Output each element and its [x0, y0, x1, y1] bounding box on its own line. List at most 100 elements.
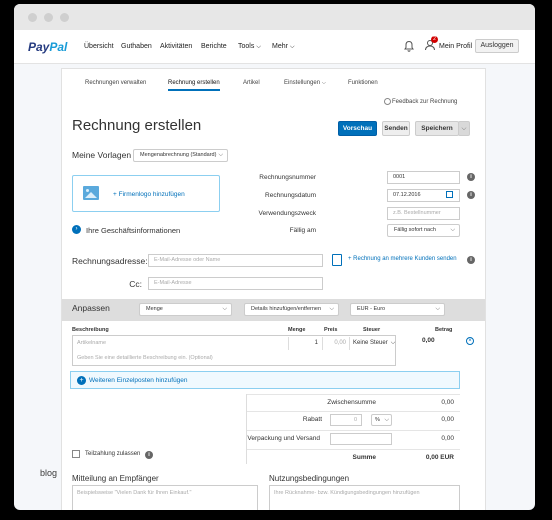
chevron-down-icon: ⌵	[384, 417, 389, 423]
item-description-input[interactable]: Geben Sie eine detaillierte Beschreibung…	[77, 355, 213, 361]
business-info-toggle[interactable]: Ihre Geschäftsinformationen	[86, 226, 180, 235]
multi-recipient-icon[interactable]	[332, 254, 342, 266]
tab-settings-label: Einstellungen	[284, 80, 321, 86]
save-button[interactable]: Speichern	[415, 121, 459, 136]
cc-field[interactable]: E-Mail-Adresse	[148, 277, 323, 290]
invoice-number-label: Rechnungsnummer	[259, 174, 316, 181]
nav-tools[interactable]: Tools ⌵	[238, 43, 261, 51]
add-line-item-label: Weiteren Einzelposten hinzufügen	[89, 377, 188, 384]
company-logo-upload[interactable]: + Firmenlogo hinzufügen	[72, 175, 220, 212]
total-value: 0,00 EUR	[425, 454, 454, 461]
invoice-date-label: Rechnungsdatum	[265, 192, 316, 199]
nav-more[interactable]: Mehr ⌵	[272, 43, 295, 51]
bell-icon[interactable]	[403, 40, 415, 52]
chevron-down-icon: ⌵	[461, 125, 467, 132]
terms-label: Nutzungsbedingungen	[269, 474, 350, 483]
totals-panel: Zwischensumme 0,00 Rabatt 0 % ⌵ 0,00 Verp…	[246, 394, 460, 464]
quantity-type-select[interactable]: Menge ⌵	[139, 303, 232, 316]
subtotal-value: 0,00	[441, 399, 454, 406]
discount-unit-value: %	[375, 417, 380, 423]
feedback-link[interactable]: Feedback zur Rechnung	[392, 99, 457, 105]
nav-activities[interactable]: Aktivitäten	[160, 43, 192, 50]
add-logo-label: + Firmenlogo hinzufügen	[113, 191, 185, 198]
invoice-number-field[interactable]: 0001	[387, 171, 460, 184]
save-options-button[interactable]: ⌵	[458, 121, 470, 136]
reference-label: Verwendungszweck	[258, 210, 316, 217]
window-maximize-dot[interactable]	[60, 13, 69, 22]
tab-items[interactable]: Artikel	[243, 80, 260, 86]
nav-reports[interactable]: Berichte	[201, 43, 227, 50]
page-title: Rechnung erstellen	[72, 117, 202, 134]
info-icon[interactable]: i	[145, 451, 153, 459]
shipping-value: 0,00	[441, 435, 454, 442]
partial-payment-checkbox[interactable]	[72, 450, 80, 458]
info-icon[interactable]: i	[467, 256, 475, 264]
currency-select[interactable]: EUR - Euro ⌵	[350, 303, 445, 316]
due-date-value: Fällig sofort nach	[394, 227, 436, 233]
nav-more-label: Mehr	[272, 43, 288, 50]
send-button[interactable]: Senden	[382, 121, 410, 136]
nav-overview[interactable]: Übersicht	[84, 43, 114, 50]
item-tax-value: Keine Steuer	[353, 340, 388, 346]
tab-manage-invoices[interactable]: Rechnungen verwalten	[85, 80, 146, 86]
template-select-value: Mengenabrechnung (Standard)	[140, 152, 217, 158]
paypal-logo[interactable]: PayPal	[28, 40, 67, 54]
preview-button[interactable]: Vorschau	[338, 121, 377, 136]
chevron-down-icon: ⌵	[289, 44, 295, 50]
title-bar	[14, 4, 535, 30]
nav-balance[interactable]: Guthaben	[121, 43, 152, 50]
discount-unit-select[interactable]: % ⌵	[371, 414, 392, 426]
terms-textarea[interactable]: Ihre Rücknahme- bzw. Kündigungsbedingung…	[269, 485, 460, 510]
invoice-card: Rechnungen verwalten Rechnung erstellen …	[61, 68, 486, 510]
logo-pal-text: Pal	[49, 40, 68, 54]
nav-profile[interactable]: Mein Profil	[439, 43, 472, 50]
header-description: Beschreibung	[72, 327, 109, 333]
customize-label: Anpassen	[72, 303, 110, 313]
header-tax: Steuer	[363, 327, 381, 333]
discount-input[interactable]: 0	[330, 414, 362, 426]
due-date-select[interactable]: Fällig sofort nach ⌵	[387, 224, 460, 237]
item-tax-select[interactable]: Keine Steuer ⌵	[349, 337, 396, 350]
shipping-input[interactable]	[330, 433, 392, 445]
discount-row: Rabatt 0 % ⌵ 0,00	[247, 411, 460, 430]
item-name-input[interactable]: Artikelname	[77, 340, 106, 346]
logout-button[interactable]: Ausloggen	[475, 39, 519, 53]
discount-label: Rabatt	[302, 416, 322, 423]
window-close-dot[interactable]	[28, 13, 37, 22]
calendar-icon[interactable]	[446, 191, 453, 198]
discount-value: 0,00	[441, 416, 454, 423]
item-quantity-input[interactable]: 1	[288, 337, 322, 350]
tab-settings[interactable]: Einstellungen ⌵	[284, 80, 326, 86]
multi-recipient-link[interactable]: + Rechnung an mehrere Kunden senden	[348, 256, 457, 262]
add-logo-text: Firmenlogo hinzufügen	[118, 191, 185, 198]
chevron-down-icon: ⌵	[256, 44, 261, 50]
window-minimize-dot[interactable]	[44, 13, 53, 22]
info-icon[interactable]: i	[467, 173, 475, 181]
chevron-down-icon: ⌵	[390, 340, 396, 346]
item-amount: 0,00	[422, 337, 435, 344]
recipient-field[interactable]: E-Mail-Adresse oder Name	[148, 254, 323, 267]
subtotal-row: Zwischensumme 0,00	[247, 394, 460, 411]
chevron-right-circle-icon[interactable]: ›	[72, 225, 81, 234]
template-select[interactable]: Mengenabrechnung (Standard) ⌵	[133, 149, 228, 162]
header-amount: Betrag	[435, 327, 453, 333]
item-price-input[interactable]: 0,00	[322, 337, 349, 350]
chevron-down-icon: ⌵	[450, 227, 455, 233]
quantity-type-value: Menge	[146, 306, 163, 312]
add-line-item-button[interactable]: + Weiteren Einzelposten hinzufügen	[70, 371, 460, 389]
due-date-label: Fällig am	[289, 227, 316, 234]
shipping-label: Verpackung und Versand	[247, 435, 320, 442]
info-icon[interactable]: i	[467, 191, 475, 199]
total-label: Summe	[352, 454, 376, 461]
feedback-icon	[384, 98, 391, 105]
header-price: Preis	[324, 327, 338, 333]
reference-field[interactable]: z.B. Bestellnummer	[387, 207, 460, 220]
details-select[interactable]: Details hinzufügen/entfernen ⌵	[244, 303, 339, 316]
cc-label: Cc:	[129, 279, 142, 289]
message-textarea[interactable]: Beispielsweise "Vielen Dank für Ihren Ei…	[72, 485, 258, 510]
nav-tools-label: Tools	[238, 43, 255, 50]
remove-item-icon[interactable]: ×	[466, 337, 474, 345]
top-navigation: PayPal Übersicht Guthaben Aktivitäten Be…	[14, 30, 535, 64]
tab-features[interactable]: Funktionen	[348, 80, 378, 86]
tab-create-invoice[interactable]: Rechnung erstellen	[168, 80, 220, 91]
